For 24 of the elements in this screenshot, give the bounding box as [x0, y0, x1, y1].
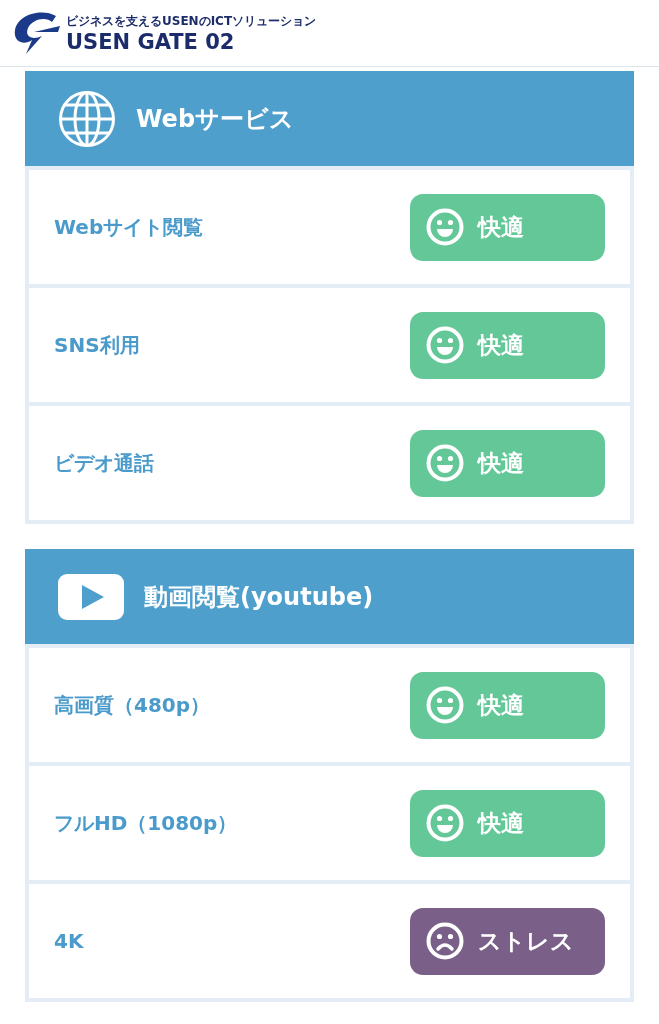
video-play-icon: [58, 573, 124, 620]
service-label: SNS利用: [54, 331, 140, 359]
service-label: 4K: [54, 929, 84, 953]
status-text: ストレス: [478, 926, 574, 956]
section-title: Webサービス: [136, 103, 295, 135]
logo-wordmark: USEN GATE 02: [66, 29, 236, 54]
status-text: 快適: [478, 212, 524, 242]
sad-face-icon: [426, 922, 464, 960]
smiley-icon: [426, 804, 464, 842]
smiley-icon: [426, 444, 464, 482]
status-text: 快適: [478, 330, 524, 360]
smiley-icon: [426, 326, 464, 364]
smiley-icon: [426, 208, 464, 246]
status-text: 快適: [478, 448, 524, 478]
status-text: 快適: [478, 690, 524, 720]
service-label: 高画質（480p）: [54, 691, 211, 719]
smiley-icon: [426, 686, 464, 724]
globe-icon: [58, 89, 116, 148]
service-label: Webサイト閲覧: [54, 213, 204, 241]
section-title: 動画閲覧(youtube): [144, 581, 374, 613]
service-label: フルHD（1080p）: [54, 809, 238, 837]
service-label: ビデオ通話: [54, 449, 154, 477]
logo-tagline: ビジネスを支えるUSENのICTソリューション: [66, 12, 317, 30]
status-text: 快適: [478, 808, 524, 838]
